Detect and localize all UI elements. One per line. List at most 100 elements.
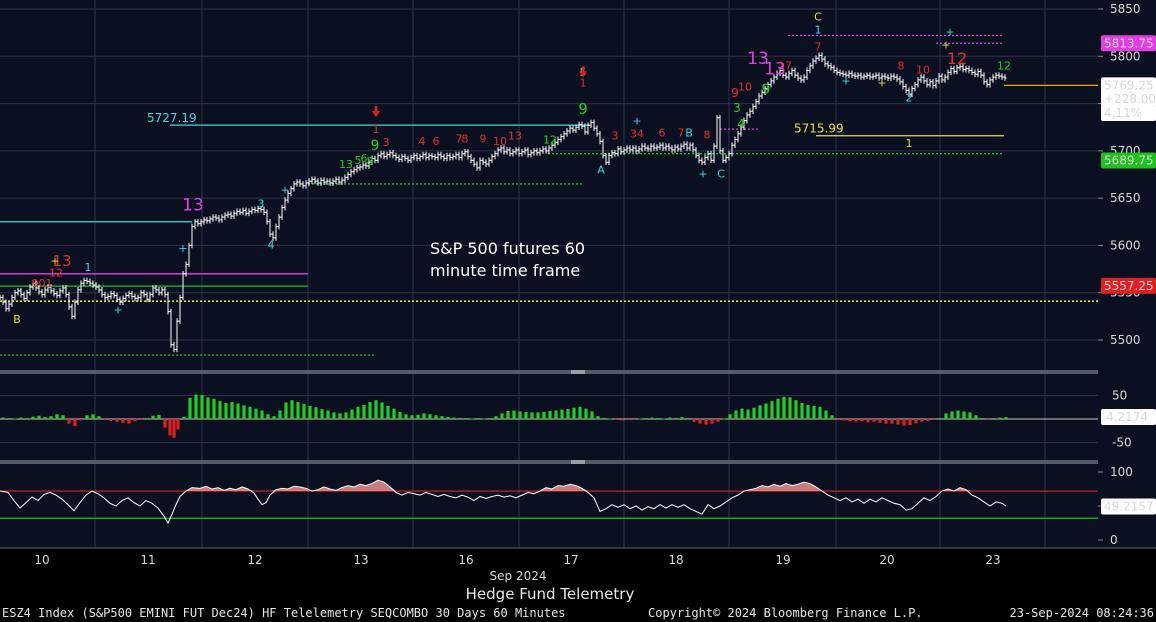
- plus-marker: +: [632, 114, 641, 127]
- hist-bar: [896, 419, 900, 425]
- td-count-label: 2: [906, 92, 913, 105]
- x-tick-label: 10: [34, 553, 49, 567]
- hist-bar: [764, 403, 768, 419]
- panel-divider-1-handle: [571, 370, 585, 374]
- panel-divider-1: [0, 370, 1098, 374]
- td-count-label: 8: [704, 129, 711, 142]
- hist-bar: [788, 397, 792, 419]
- hist-bar: [404, 414, 408, 419]
- hist-bar: [380, 402, 384, 419]
- hist-bar: [236, 403, 240, 419]
- td-count-label: 7: [815, 41, 822, 54]
- chart-root: 550055505600565057005750580058505727.195…: [0, 0, 1156, 622]
- hist-bar: [932, 419, 936, 420]
- td-count-label: 1: [580, 77, 587, 90]
- td-count-label: A: [597, 164, 605, 177]
- hist-bar: [386, 405, 390, 419]
- price-tick-label: 5600: [1110, 238, 1141, 252]
- hist-bar: [740, 408, 744, 419]
- hist-bar: [584, 408, 588, 419]
- hist-bar: [1004, 417, 1008, 419]
- hist-bar: [302, 403, 306, 419]
- hist-bar: [800, 403, 804, 419]
- hist-bar: [716, 419, 720, 422]
- hist-bar: [692, 419, 696, 422]
- hist-bar: [19, 417, 23, 419]
- td-count-label: 12: [543, 133, 557, 146]
- td-count-label: 3: [612, 130, 619, 143]
- hist-bar: [836, 419, 840, 420]
- plus-marker: +: [877, 77, 886, 90]
- hist-bar: [464, 418, 468, 420]
- plus-marker: +: [698, 167, 707, 180]
- hist-bar: [91, 414, 95, 419]
- hist-bar: [163, 419, 167, 428]
- level-label: 5727.19: [147, 111, 197, 125]
- hist-bar: [848, 419, 852, 422]
- hist-bar: [168, 419, 172, 436]
- hist-bar: [398, 411, 402, 419]
- hist-bar: [878, 419, 882, 423]
- td-count-label: 8: [898, 60, 905, 73]
- hist-value-text: 4.2174: [1106, 410, 1148, 424]
- td-count-label: 10: [916, 63, 930, 76]
- x-tick-label: 23: [985, 553, 1000, 567]
- osc-value-text: 49.2157: [1104, 500, 1154, 514]
- chart-background: [0, 0, 1156, 622]
- hist-bar: [590, 411, 594, 419]
- plus-marker: +: [941, 39, 950, 52]
- hist-bar: [482, 418, 486, 420]
- hist-bar: [626, 419, 630, 420]
- td-count-label: B: [13, 313, 21, 326]
- hist-bar: [320, 409, 324, 419]
- footer-copyright: Copyright© 2024 Bloomberg Finance L.P.: [648, 606, 923, 620]
- hist-bar: [446, 417, 450, 419]
- td-count-label: 4: [268, 238, 275, 251]
- hist-bar: [974, 415, 978, 419]
- hist-bar: [440, 416, 444, 419]
- hist-bar: [734, 410, 738, 419]
- hist-bar: [530, 412, 534, 419]
- hist-bar: [85, 415, 89, 419]
- hist-bar: [596, 416, 600, 419]
- hist-bar: [476, 418, 480, 420]
- td-count-label: 1: [373, 123, 380, 136]
- hist-bar: [362, 404, 366, 419]
- axis-tag-text: 4.11%: [1104, 106, 1142, 120]
- td-count-label: 3: [383, 136, 390, 149]
- hist-bar: [109, 419, 113, 421]
- hist-bar: [824, 410, 828, 419]
- hist-bar: [284, 402, 288, 419]
- hist-bar: [350, 409, 354, 419]
- axis-tag-text: 5557.25: [1104, 279, 1154, 293]
- x-tick-label: 17: [563, 553, 578, 567]
- hist-bar: [182, 416, 186, 419]
- hist-bar: [43, 417, 47, 419]
- hist-bar: [296, 402, 300, 419]
- hist-bar: [986, 419, 990, 420]
- hist-bar: [560, 409, 564, 419]
- hist-bar: [368, 402, 372, 419]
- hist-bar: [914, 419, 918, 424]
- hist-bar: [422, 413, 426, 419]
- hist-bar: [650, 417, 654, 419]
- td-count-label: 9: [762, 82, 771, 98]
- td-count-label: C: [814, 10, 822, 23]
- td-count-label: 12: [997, 60, 1011, 73]
- hist-bar: [206, 397, 210, 419]
- hist-bar: [230, 402, 234, 419]
- td-count-label: 17: [778, 60, 792, 73]
- x-tick-label: 16: [458, 553, 473, 567]
- hist-bar: [962, 411, 966, 419]
- x-axis-month-label: Sep 2024: [490, 569, 547, 583]
- hist-bar: [854, 419, 858, 422]
- td-count-label: 4: [737, 117, 745, 131]
- panel-divider-2-handle: [571, 460, 585, 464]
- hist-bar: [608, 418, 612, 420]
- hist-bar: [73, 419, 77, 427]
- td-count-label: 3: [733, 101, 741, 115]
- hist-bar: [266, 414, 270, 419]
- hist-bar: [452, 417, 456, 419]
- footer-title: Hedge Fund Telemetry: [466, 585, 635, 603]
- hist-bar: [566, 409, 570, 419]
